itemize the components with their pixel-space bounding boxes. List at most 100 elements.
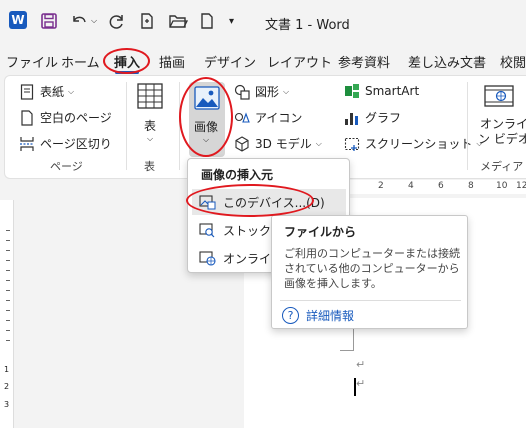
page-break-button[interactable]: ページ区切り	[19, 135, 112, 152]
tab-draw[interactable]: 描画	[159, 52, 185, 71]
ruler-number: 6	[438, 181, 444, 191]
tab-home[interactable]: ホーム	[61, 52, 100, 71]
shapes-label: 図形	[255, 85, 280, 99]
tooltip-description: ご利用のコンピューターまたは接続されている他のコンピューターから画像を挿入します…	[284, 247, 460, 290]
redo-icon[interactable]	[108, 10, 126, 32]
pages-group-label: ページ	[50, 160, 83, 173]
chart-icon	[344, 110, 360, 126]
title-bar: W ⌵ ▾ 文書 1 - Word	[0, 0, 526, 44]
from-file-tooltip: ファイルから ご利用のコンピューターまたは接続されている他のコンピューターから画…	[271, 215, 468, 329]
menu-title: 画像の挿入元	[201, 168, 274, 182]
device-picture-icon	[199, 194, 216, 210]
page-break-label: ページ区切り	[40, 137, 112, 151]
group-divider	[126, 82, 127, 170]
ruler-number: 1	[4, 365, 10, 374]
open-folder-icon[interactable]	[168, 10, 188, 32]
screenshot-button[interactable]: スクリーンショット ⌵	[344, 135, 482, 152]
ruler-tick	[6, 300, 10, 301]
screenshot-icon	[344, 136, 360, 152]
document-title: 文書 1 - Word	[265, 18, 350, 33]
ruler-tick	[6, 340, 10, 341]
icons-insert-icon	[234, 110, 250, 126]
3d-models-label: 3D モデル	[255, 137, 312, 151]
chevron-down-icon: ⌵	[315, 138, 322, 148]
tab-mailings[interactable]: 差し込み文書	[408, 52, 486, 71]
cover-page-button[interactable]: 表紙 ⌵	[19, 83, 74, 100]
cover-page-icon	[19, 83, 35, 100]
help-icon: ?	[282, 307, 299, 324]
icons-label: アイコン	[255, 111, 303, 125]
undo-icon[interactable]	[70, 10, 88, 32]
blank-page-button[interactable]: 空白のページ	[19, 109, 112, 126]
more-info-label: 詳細情報	[306, 309, 355, 323]
online-video-label-line2: ン ビデオ	[478, 132, 526, 146]
table-button-label: 表	[143, 119, 156, 133]
ruler-tick	[6, 270, 10, 271]
online-video-button[interactable]: オンライ ン ビデオ	[476, 82, 526, 152]
chart-label: グラフ	[365, 111, 402, 125]
ruler-number: 12	[516, 181, 526, 191]
tab-review[interactable]: 校閲	[500, 52, 526, 71]
ruler-tick	[6, 330, 10, 331]
group-divider	[179, 82, 180, 170]
ruler-number: 10	[496, 181, 508, 191]
table-button[interactable]: 表 ⌵	[135, 82, 165, 144]
ruler-tick	[6, 230, 10, 231]
smartart-icon	[344, 83, 360, 99]
media-group-label: メディア	[480, 160, 524, 173]
save-icon[interactable]	[40, 10, 58, 32]
image-icon	[194, 86, 220, 113]
word-icon: W	[9, 11, 27, 29]
new-document-icon[interactable]	[138, 10, 156, 32]
undo-dropdown-icon[interactable]: ⌵	[91, 10, 97, 32]
ruler-tick	[6, 280, 10, 281]
chevron-down-icon: ⌵	[68, 86, 75, 96]
blank-page-icon[interactable]	[199, 10, 215, 32]
chart-button[interactable]: グラフ	[344, 109, 401, 126]
tab-references[interactable]: 参考資料	[338, 52, 390, 71]
active-tab-indicator	[115, 71, 139, 74]
group-divider	[467, 82, 468, 170]
shapes-button[interactable]: 図形 ⌵	[234, 83, 289, 100]
film-icon	[484, 84, 514, 111]
tab-design[interactable]: デザイン	[204, 52, 256, 71]
smartart-button[interactable]: SmartArt	[344, 83, 419, 99]
this-device-menu-item[interactable]: このデバイス...(D)	[192, 189, 346, 215]
tab-insert[interactable]: 挿入	[114, 52, 140, 71]
ruler-tick	[6, 320, 10, 321]
online-images-icon	[199, 250, 216, 266]
cube-icon	[234, 135, 250, 152]
paragraph-mark-icon: ↵	[356, 358, 366, 371]
customize-dropdown-icon[interactable]: ▾	[229, 10, 234, 32]
tooltip-divider	[280, 300, 461, 301]
chevron-down-icon: ⌵	[203, 135, 210, 144]
paragraph-mark-icon: ↵	[356, 377, 366, 390]
ruler-number: 4	[408, 181, 414, 191]
cover-page-label: 表紙	[40, 85, 65, 99]
chevron-down-icon: ⌵	[146, 134, 154, 143]
stock-images-icon	[199, 222, 216, 238]
ruler-number: 8	[468, 181, 474, 191]
screenshot-label: スクリーンショット	[365, 137, 473, 151]
chevron-down-icon: ⌵	[283, 86, 290, 96]
table-icon	[136, 82, 164, 113]
tooltip-title: ファイルから	[284, 225, 357, 239]
tab-layout[interactable]: レイアウト	[267, 52, 332, 71]
ruler-tick	[6, 290, 10, 291]
ruler-number: 2	[378, 181, 384, 191]
tab-file[interactable]: ファイル	[6, 52, 58, 71]
horizontal-ruler[interactable]: 2 4 6 8 10 12	[348, 180, 526, 194]
ruler-tick	[6, 240, 10, 241]
icons-button[interactable]: アイコン	[234, 109, 302, 126]
ruler-tick	[6, 310, 10, 311]
image-button[interactable]: 画像 ⌵	[189, 82, 225, 157]
smartart-label: SmartArt	[365, 84, 420, 98]
3d-models-button[interactable]: 3D モデル ⌵	[234, 135, 322, 152]
more-info-link[interactable]: ? 詳細情報	[282, 307, 354, 324]
vertical-ruler[interactable]: 1 2 3	[0, 200, 14, 428]
ruler-tick	[6, 250, 10, 251]
image-button-label: 画像	[194, 120, 219, 134]
blank-page-label: 空白のページ	[40, 111, 112, 125]
shapes-icon	[234, 84, 250, 100]
blank-page-insert-icon	[19, 109, 35, 126]
